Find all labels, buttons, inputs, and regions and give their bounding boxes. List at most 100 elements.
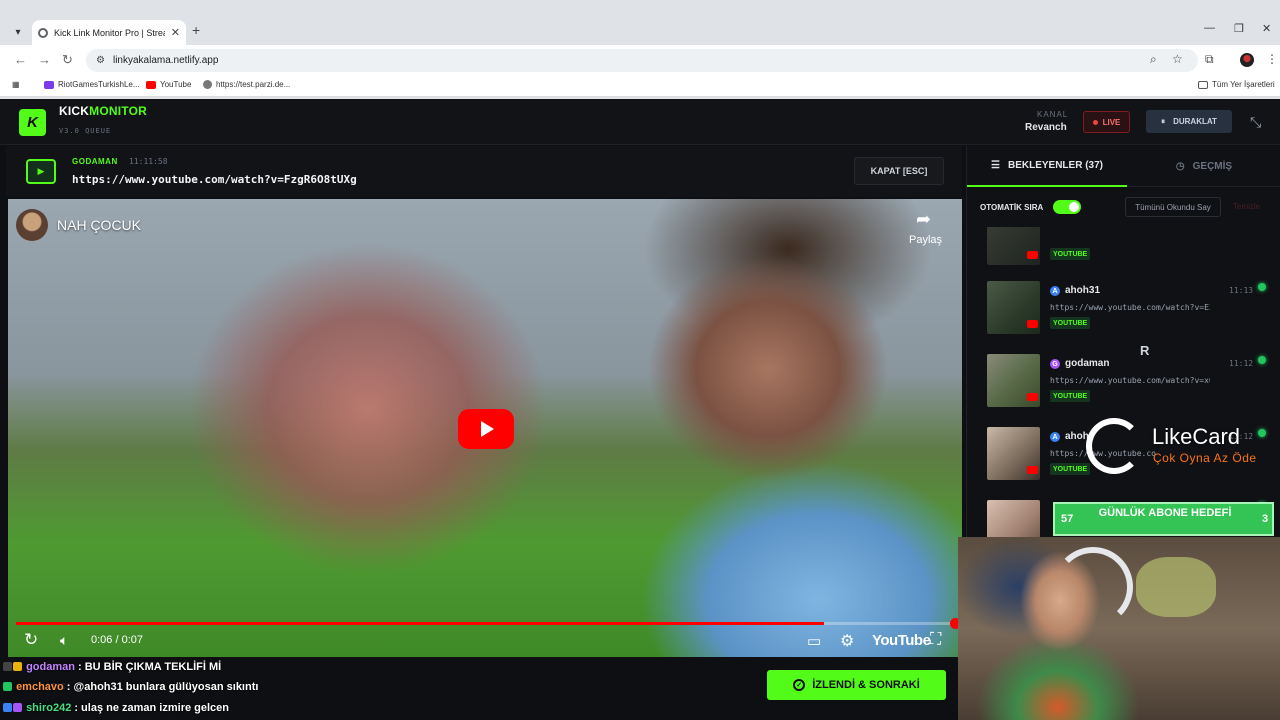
channel-avatar[interactable]: [16, 209, 48, 241]
link-user: GODAMAN: [72, 157, 118, 166]
back-icon[interactable]: ←: [14, 52, 27, 67]
reload-icon[interactable]: ↻: [62, 52, 73, 68]
channel-name: Revanch: [1025, 122, 1067, 133]
share-label[interactable]: Paylaş: [909, 234, 942, 246]
auto-queue-toggle[interactable]: [1053, 200, 1081, 214]
exit-fullscreen-icon[interactable]: ⤡: [1250, 114, 1261, 131]
headset: [1053, 547, 1133, 627]
source-tag: YOUTUBE: [1050, 248, 1091, 260]
extensions-icon[interactable]: ⧉: [1205, 52, 1214, 67]
user-badge: A: [1050, 432, 1060, 442]
source-tag: YOUTUBE: [1050, 390, 1091, 402]
forward-icon[interactable]: →: [38, 52, 51, 67]
play-button[interactable]: [458, 409, 514, 449]
youtube-logo[interactable]: YouTube: [872, 632, 931, 649]
link-url[interactable]: https://www.youtube.com/watch?v=FzgR6O8t…: [72, 173, 357, 186]
minimize-icon[interactable]: —: [1204, 22, 1215, 34]
chat-text: ulaş ne zaman izmire gelcen: [81, 702, 229, 714]
browser-toolbar: ← → ↻ ⚙ linkyakalama.netlify.app ⌕ ☆ ⧉ ⋮: [0, 45, 1280, 75]
list-item[interactable]: G godaman 11:12 https://www.youtube.com/…: [978, 349, 1278, 413]
zoom-icon[interactable]: ⌕: [1150, 52, 1157, 67]
new-tab-icon[interactable]: +: [192, 22, 200, 38]
item-user: godaman: [1065, 358, 1110, 369]
chat-user: shiro242: [26, 702, 72, 714]
tab-title: Kick Link Monitor Pro | Stream: [54, 27, 165, 38]
tab-waiting[interactable]: ☰ BEKLEYENLER (37): [967, 146, 1127, 187]
address-bar[interactable]: ⚙ linkyakalama.netlify.app: [86, 49, 1198, 72]
source-tag: YOUTUBE: [1050, 463, 1091, 475]
likecard-slogan: Çok Oyna Az Öde: [1153, 451, 1257, 465]
background-plant: [1136, 557, 1216, 617]
current-link-bar: ▶ GODAMAN 11:11:58 https://www.youtube.c…: [6, 146, 962, 197]
settings-gear-icon[interactable]: ⚙: [840, 631, 854, 651]
pause-button[interactable]: ⏸ DURAKLAT: [1146, 110, 1232, 133]
list-item[interactable]: A ahoh31 11:13 https://www.youtube.com/w…: [978, 276, 1278, 340]
tab-list-icon[interactable]: ▾: [8, 22, 28, 42]
badge-icon: [3, 703, 12, 712]
youtube-icon: [1027, 320, 1038, 328]
list-icon: ☰: [991, 160, 1000, 171]
bookmarks-bar: ▦ RiotGamesTurkishLe... YouTube https://…: [0, 75, 1280, 97]
tab-history[interactable]: ◷ GEÇMİŞ: [1127, 146, 1280, 187]
share-icon[interactable]: ➦: [916, 209, 931, 230]
item-time: 11:12: [1229, 359, 1254, 368]
globe-icon: [38, 27, 48, 38]
progress-bar[interactable]: [16, 622, 956, 625]
close-icon[interactable]: ✕: [171, 26, 180, 39]
user-badge: A: [1050, 286, 1060, 296]
tab-bar: ▾ Kick Link Monitor Pro | Stream ✕ + — ❐…: [0, 18, 1280, 45]
fullscreen-icon[interactable]: ⛶: [930, 631, 941, 649]
replay-icon[interactable]: ↻: [24, 630, 38, 650]
watermark: R: [1140, 343, 1150, 358]
restore-icon[interactable]: ❐: [1234, 22, 1244, 35]
live-button[interactable]: LIVE: [1083, 111, 1130, 133]
site-info-icon[interactable]: ⚙: [96, 55, 105, 66]
chat-user: emchavo: [16, 681, 64, 693]
clear-button[interactable]: Temizle: [1233, 202, 1260, 211]
time-display: 0:06 / 0:07: [91, 634, 143, 646]
apps-icon[interactable]: ▦: [12, 80, 20, 89]
next-label: İZLENDİ & SONRAKİ: [812, 679, 920, 691]
youtube-icon: [146, 80, 156, 89]
browser-chrome: ▾ Kick Link Monitor Pro | Stream ✕ + — ❐…: [0, 0, 1280, 99]
bookmark-riot[interactable]: RiotGamesTurkishLe...: [44, 80, 140, 89]
bookmark-test[interactable]: https://test.parzi.de...: [203, 80, 290, 89]
close-button[interactable]: KAPAT [ESC]: [854, 157, 944, 185]
window-close-icon[interactable]: ✕: [1262, 22, 1271, 35]
live-label: LIVE: [1102, 117, 1121, 127]
profile-avatar[interactable]: [1240, 53, 1254, 67]
youtube-icon: [1027, 466, 1038, 474]
globe-icon: [203, 80, 212, 89]
video-player[interactable]: NAH ÇOCUK ➦ Paylaş ↻ 🔈︎ 0:06 / 0:07 ▭ ⚙ …: [8, 199, 962, 657]
url-text: linkyakalama.netlify.app: [112, 55, 219, 66]
bottom-bar: OYNATICI godaman: BU BİR ÇIKMA TEKLİFİ M…: [0, 659, 962, 720]
all-bookmarks[interactable]: Tüm Yer İşaretleri: [1198, 80, 1275, 89]
app-header: K KICKMONITOR V3.0 QUEUE KANAL Revanch L…: [0, 99, 1280, 145]
riot-icon: [44, 80, 54, 89]
pause-icon: ⏸: [1161, 116, 1166, 126]
tab-label: GEÇMİŞ: [1192, 160, 1233, 172]
online-dot: [1258, 356, 1266, 364]
browser-tab[interactable]: Kick Link Monitor Pro | Stream ✕: [32, 20, 186, 45]
menu-icon[interactable]: ⋮: [1266, 52, 1278, 66]
volume-icon[interactable]: 🔈︎: [60, 632, 68, 649]
list-item[interactable]: YOUTUBE: [978, 227, 1278, 271]
bookmark-label: YouTube: [160, 80, 192, 89]
channel-label: KANAL: [1037, 110, 1069, 119]
logo: K: [19, 109, 46, 136]
badge-icon: [3, 662, 12, 671]
version-label: V3.0 QUEUE: [59, 127, 112, 135]
chat-text: BU BİR ÇIKMA TEKLİFİ Mİ: [84, 661, 222, 673]
mark-all-read-button[interactable]: Tümünü Okundu Say: [1125, 197, 1221, 217]
clock-icon: ◷: [1175, 160, 1185, 172]
goal-target: 3: [1262, 513, 1269, 525]
badge-icon: [3, 682, 12, 691]
video-title[interactable]: NAH ÇOCUK: [57, 217, 141, 233]
webcam-overlay: [958, 537, 1280, 720]
bookmark-star-icon[interactable]: ☆: [1172, 52, 1183, 66]
bookmark-youtube[interactable]: YouTube: [146, 80, 191, 89]
chat-message: godaman: BU BİR ÇIKMA TEKLİFİ Mİ: [3, 661, 221, 673]
online-dot: [1258, 283, 1266, 291]
subtitles-icon[interactable]: ▭: [807, 632, 821, 650]
watched-next-button[interactable]: ✓ İZLENDİ & SONRAKİ: [767, 670, 946, 700]
